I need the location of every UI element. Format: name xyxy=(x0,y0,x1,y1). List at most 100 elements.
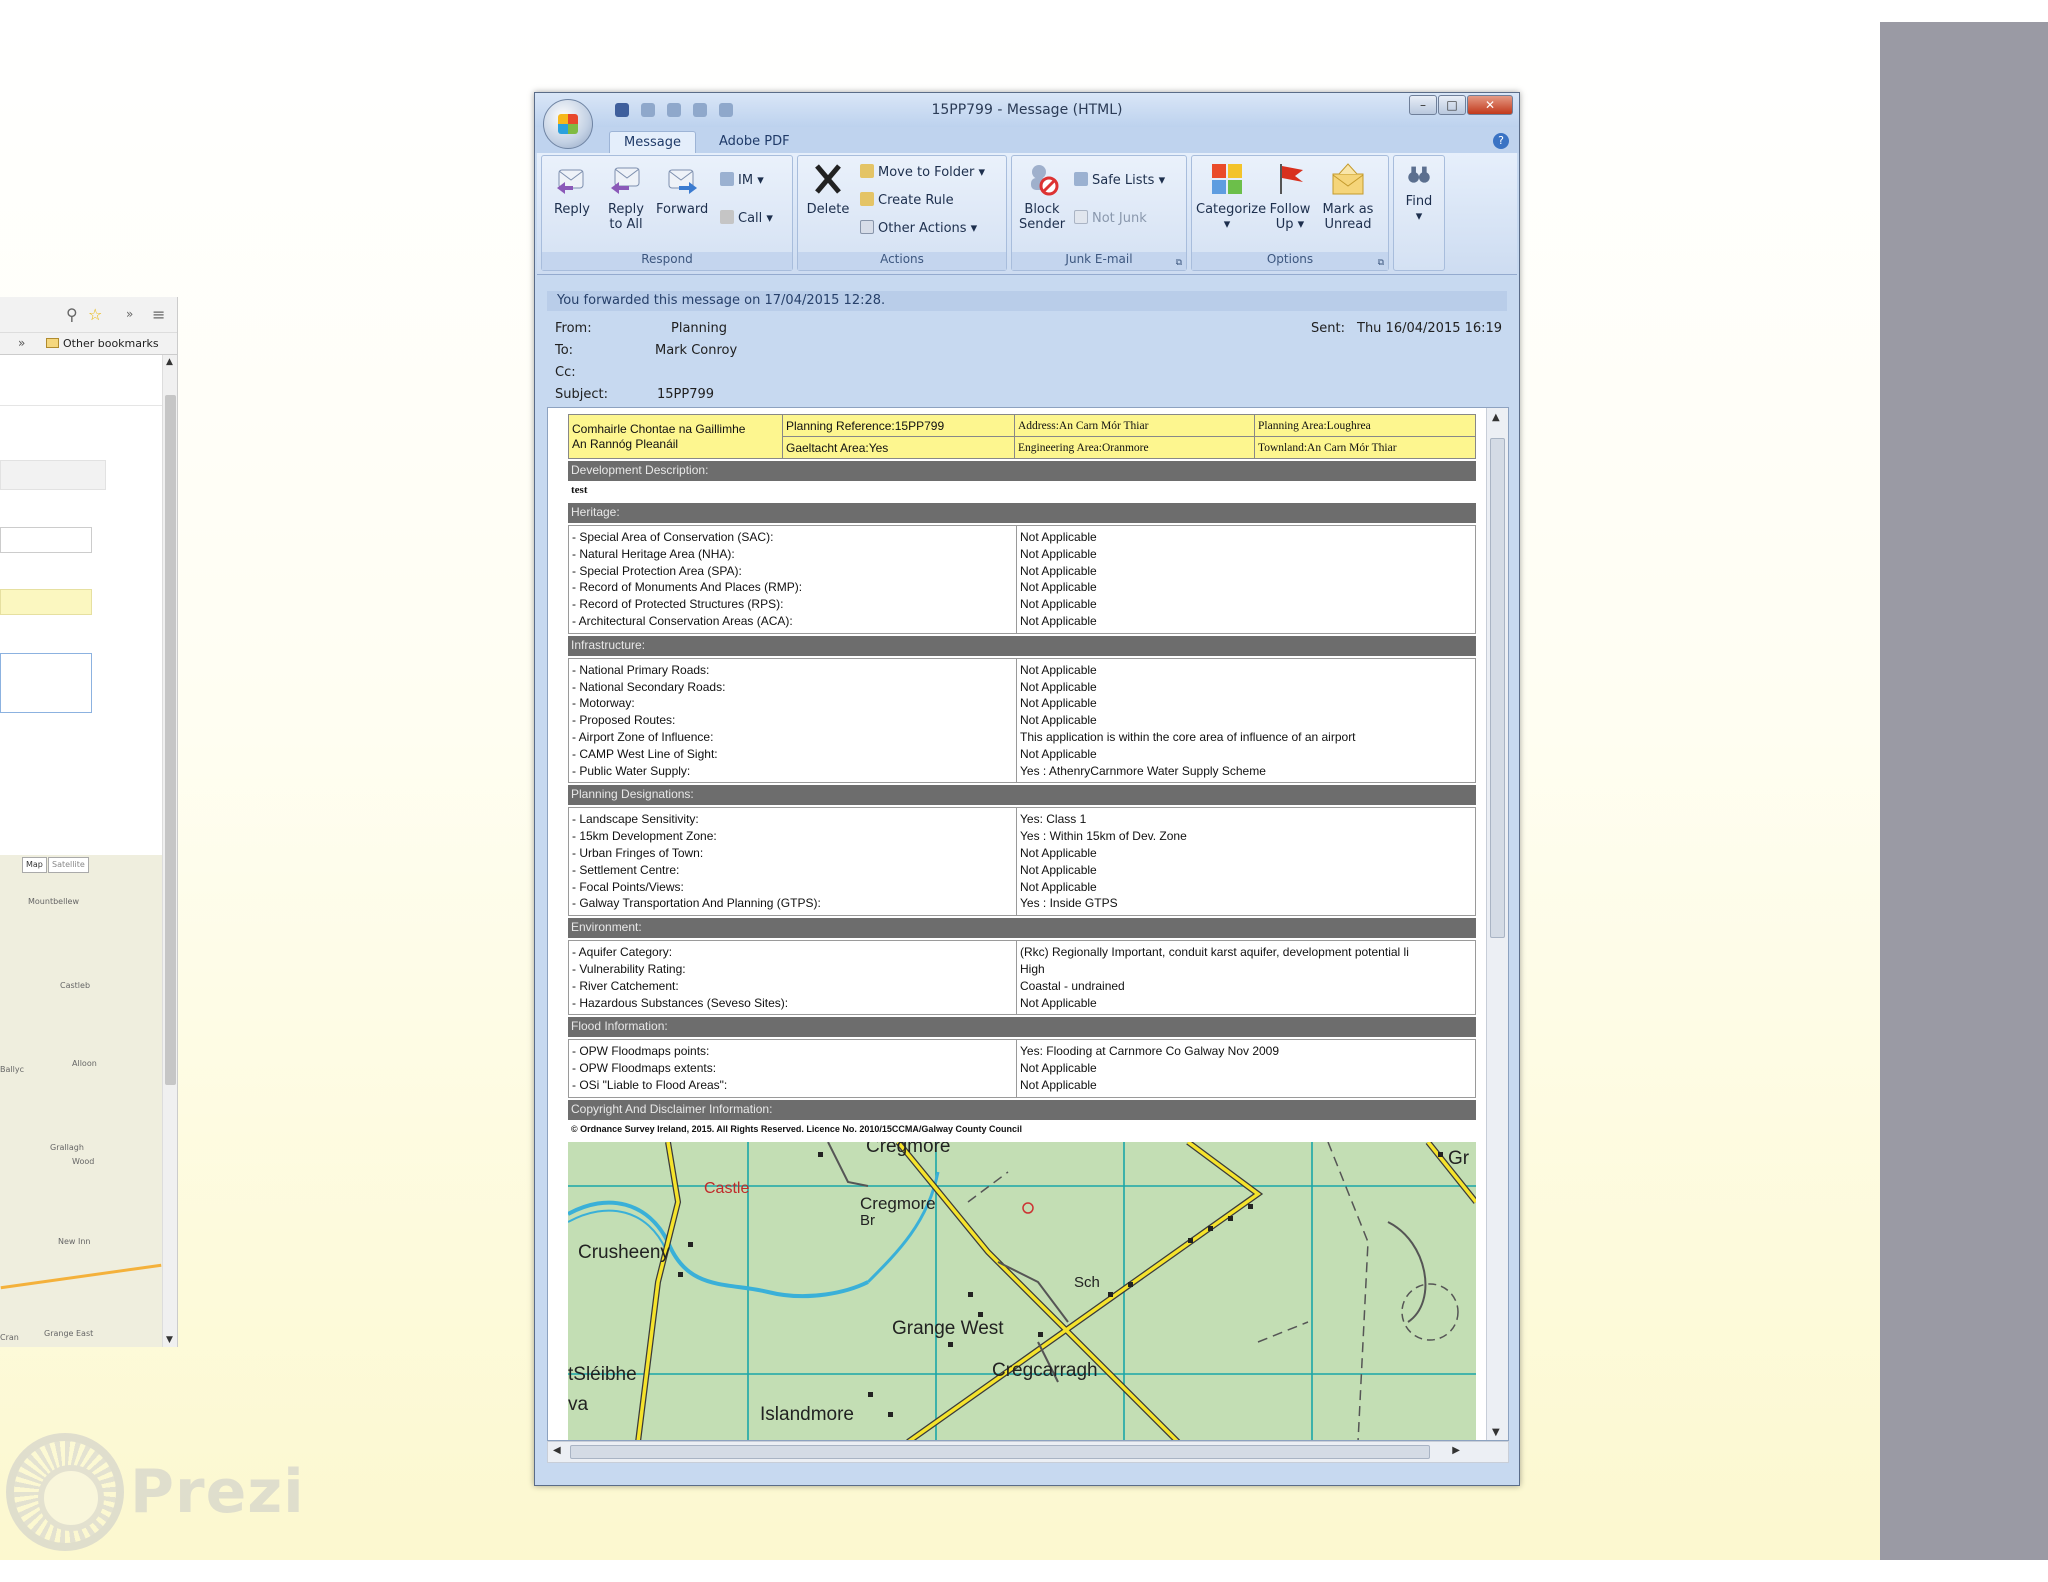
find-button[interactable]: Find ▾ xyxy=(1394,162,1444,224)
criterion-value: Not Applicable xyxy=(1020,1061,1097,1076)
scroll-left-icon[interactable]: ◀ xyxy=(553,1445,561,1456)
scroll-right-icon[interactable]: ▶ xyxy=(1452,1445,1460,1456)
im-label: IM xyxy=(738,173,754,188)
criterion-value: Not Applicable xyxy=(1020,746,1097,761)
scroll-up-icon[interactable]: ▲ xyxy=(166,357,173,367)
scroll-thumb[interactable] xyxy=(165,395,176,1085)
map-label-grange-west: Grange West xyxy=(892,1317,1004,1339)
call-button[interactable]: Call ▾ xyxy=(720,210,773,226)
form-field[interactable] xyxy=(0,460,106,490)
horizontal-scrollbar[interactable]: ◀ ▶ xyxy=(547,1441,1509,1463)
help-icon[interactable]: ? xyxy=(1493,133,1509,149)
move-to-folder-label: Move to Folder xyxy=(878,165,975,180)
actions-group-label: Actions xyxy=(798,252,1006,270)
not-junk-button[interactable]: Not Junk xyxy=(1074,210,1147,226)
map-label: Grallagh xyxy=(50,1143,84,1152)
block-sender-icon xyxy=(1031,165,1059,196)
message-body[interactable]: Comhairle Chontae na Gaillimhe An Rannóg … xyxy=(547,407,1509,1441)
forward-icon xyxy=(668,169,697,194)
info-bar[interactable]: You forwarded this message on 17/04/2015… xyxy=(547,291,1507,311)
scroll-up-icon[interactable]: ▲ xyxy=(1492,412,1500,423)
planning-area: Planning Area:Loughrea xyxy=(1254,414,1476,437)
criteria-column: - OPW Floodmaps points: - OPW Floodmaps e… xyxy=(569,1040,1017,1097)
extensions-chevron-icon[interactable]: » xyxy=(126,307,133,321)
section-rows: - Landscape Sensitivity: - 15km Developme… xyxy=(568,807,1476,917)
planning-reference: Planning Reference:15PP799 xyxy=(782,414,1015,437)
delete-button[interactable]: Delete xyxy=(802,162,854,217)
enclosure xyxy=(1401,1282,1459,1341)
vertical-scroll-thumb[interactable] xyxy=(1490,438,1505,938)
move-to-folder-button[interactable]: Move to Folder ▾ xyxy=(860,164,985,180)
address: Address:An Carn Mór Thiar xyxy=(1014,414,1255,437)
scroll-down-icon[interactable]: ▼ xyxy=(166,1335,173,1345)
star-icon[interactable]: ☆ xyxy=(88,305,102,324)
dialog-launcher-icon[interactable]: ⧉ xyxy=(1378,258,1384,268)
map-road xyxy=(0,1263,162,1290)
criterion-label: - National Primary Roads: xyxy=(572,662,710,677)
block-sender-button[interactable]: Block Sender xyxy=(1016,162,1068,232)
reply-all-button[interactable]: Reply to All xyxy=(600,162,652,232)
other-bookmarks-label: Other bookmarks xyxy=(63,337,159,350)
create-rule-label: Create Rule xyxy=(878,193,954,208)
satellite-type-button[interactable]: Satellite xyxy=(48,857,89,873)
tab-adobe-pdf[interactable]: Adobe PDF xyxy=(705,131,804,153)
dialog-launcher-icon[interactable]: ⧉ xyxy=(1176,258,1182,268)
reply-all-label: Reply to All xyxy=(607,202,644,232)
section-rows: - OPW Floodmaps points: - OPW Floodmaps e… xyxy=(568,1039,1476,1098)
phone-icon xyxy=(720,210,734,224)
sent-value: Thu 16/04/2015 16:19 xyxy=(1357,321,1503,336)
minimize-button[interactable]: – xyxy=(1409,95,1437,115)
site-location-map[interactable]: Cregmore Castle Cregmore Br Crusheeny Sc… xyxy=(568,1141,1476,1440)
search-icon[interactable]: ⚲ xyxy=(66,305,78,324)
form-textarea[interactable] xyxy=(0,653,92,713)
close-button[interactable]: ✕ xyxy=(1467,95,1513,115)
office-button[interactable] xyxy=(543,99,593,149)
criterion-label: - Record of Protected Structures (RPS): xyxy=(572,597,784,612)
mini-map[interactable]: Mountbellew Castleb Ballyc Alloon Gralla… xyxy=(0,855,162,1347)
map-label: Alloon xyxy=(72,1059,97,1068)
other-actions-button[interactable]: Other Actions ▾ xyxy=(860,220,977,236)
criterion-value: High xyxy=(1020,961,1045,976)
categorize-label: Categorize xyxy=(1196,202,1267,217)
map-type-button[interactable]: Map xyxy=(22,857,47,873)
safe-lists-icon xyxy=(1074,172,1088,186)
title-bar: 15PP799 - Message (HTML) – □ ✕ xyxy=(535,93,1519,127)
window-title: 15PP799 - Message (HTML) xyxy=(931,102,1123,118)
create-rule-button[interactable]: Create Rule xyxy=(860,192,954,208)
vertical-scrollbar[interactable]: ▲ ▼ xyxy=(1486,408,1508,1440)
browser-toolbar: ⚲ ☆ » ≡ xyxy=(0,297,177,333)
from-value[interactable]: Planning xyxy=(671,321,727,336)
reply-button[interactable]: Reply xyxy=(546,162,598,217)
safe-lists-button[interactable]: Safe Lists ▾ xyxy=(1074,172,1165,188)
menu-icon[interactable]: ≡ xyxy=(152,305,165,324)
horizontal-scroll-thumb[interactable] xyxy=(570,1445,1430,1459)
categorize-button[interactable]: Categorize ▾ xyxy=(1196,162,1266,232)
respond-group: Reply Reply to All Forward IM ▾ Call ▾ R… xyxy=(541,155,793,271)
reply-icon xyxy=(557,169,584,194)
form-input[interactable] xyxy=(0,527,92,553)
form-input-highlighted[interactable] xyxy=(0,589,92,615)
im-button[interactable]: IM ▾ xyxy=(720,172,764,188)
criterion-value: Not Applicable xyxy=(1020,546,1097,561)
mark-unread-button[interactable]: Mark as Unread xyxy=(1322,162,1374,232)
map-label: Wood xyxy=(72,1157,95,1166)
criterion-label: - Galway Transportation And Planning (GT… xyxy=(572,896,821,911)
other-bookmarks[interactable]: Other bookmarks xyxy=(46,337,159,350)
follow-up-button[interactable]: Follow Up ▾ xyxy=(1264,162,1316,232)
tab-message[interactable]: Message xyxy=(609,131,696,153)
other-actions-label: Other Actions xyxy=(878,221,967,236)
report-sections: Heritage: - Special Area of Conservation … xyxy=(568,503,1476,1098)
maximize-button[interactable]: □ xyxy=(1438,95,1466,115)
forward-button[interactable]: Forward xyxy=(656,162,708,217)
scroll-down-icon[interactable]: ▼ xyxy=(1492,1427,1500,1438)
section-rows: - Special Area of Conservation (SAC): - N… xyxy=(568,525,1476,634)
criterion-label: - Focal Points/Views: xyxy=(572,879,684,894)
criterion-label: - National Secondary Roads: xyxy=(572,679,726,694)
rule-icon xyxy=(860,192,874,206)
bookmarks-chevron[interactable]: » xyxy=(18,336,25,350)
map-label: Grange East xyxy=(44,1329,94,1338)
outlook-message-window: 15PP799 - Message (HTML) – □ ✕ Message A… xyxy=(534,92,1520,1486)
browser-scrollbar[interactable]: ▲ ▼ xyxy=(162,355,177,1347)
to-value[interactable]: Mark Conroy xyxy=(655,343,737,358)
map-label: New Inn xyxy=(58,1237,91,1246)
